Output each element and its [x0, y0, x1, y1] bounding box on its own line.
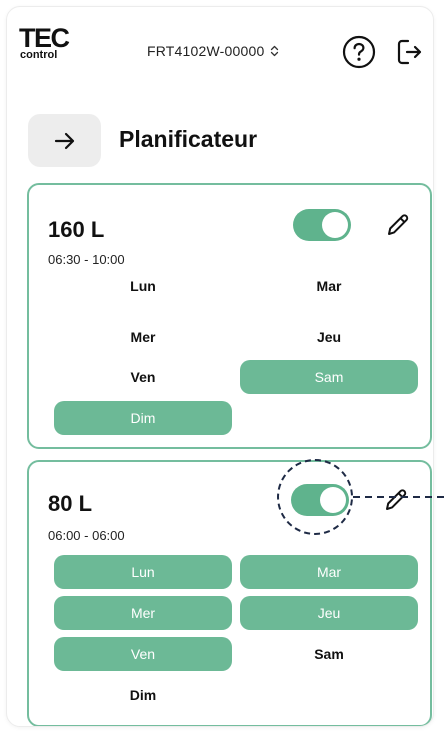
top-bar: TEC control FRT4102W-00000 — [7, 7, 433, 93]
device-name: FRT4102W-00000 — [147, 43, 265, 59]
question-circle-icon[interactable] — [342, 35, 376, 69]
page-title: Planificateur — [119, 126, 258, 152]
highlight-circle — [277, 459, 353, 535]
app-screen: TEC control FRT4102W-00000 Planificateur… — [6, 6, 434, 727]
device-selector[interactable]: FRT4102W-00000 — [147, 41, 279, 61]
day-jeu[interactable]: Jeu — [240, 320, 418, 354]
tec-control-logo: TEC control — [19, 23, 79, 62]
schedule-card: 160 L 06:30 - 10:00 Lun Mar Mer Jeu Ven … — [27, 183, 432, 449]
schedule-time-range: 06:30 - 10:00 — [48, 252, 125, 267]
day-mer[interactable]: Mer — [54, 320, 232, 354]
schedule-volume: 160 L — [48, 217, 105, 242]
callout-leader-line — [353, 496, 448, 498]
back-button[interactable] — [28, 114, 101, 167]
day-lun[interactable]: Lun — [54, 269, 232, 303]
schedule-card: 80 L 06:00 - 06:00 Lun Mar Mer Jeu Ven S… — [27, 460, 432, 726]
schedule-time-range: 06:00 - 06:00 — [48, 528, 125, 543]
toggle-knob — [322, 212, 348, 238]
logo-sub-text: control — [20, 49, 58, 61]
day-mer[interactable]: Mer — [54, 596, 232, 630]
day-ven[interactable]: Ven — [54, 360, 232, 394]
up-down-chevron-icon — [271, 45, 279, 57]
pencil-icon[interactable] — [383, 487, 409, 513]
schedule-enable-toggle[interactable] — [293, 209, 351, 241]
arrow-right-icon — [54, 132, 74, 149]
day-ven[interactable]: Ven — [54, 637, 232, 671]
logo-main-text: TEC — [19, 23, 70, 53]
day-sam[interactable]: Sam — [240, 637, 418, 671]
logout-icon[interactable] — [396, 37, 424, 67]
day-dim[interactable]: Dim — [54, 678, 232, 712]
day-mar[interactable]: Mar — [240, 555, 418, 589]
pencil-icon[interactable] — [385, 212, 411, 238]
schedule-volume: 80 L — [48, 491, 93, 516]
day-mar[interactable]: Mar — [240, 269, 418, 303]
day-jeu[interactable]: Jeu — [240, 596, 418, 630]
day-dim[interactable]: Dim — [54, 401, 232, 435]
day-lun[interactable]: Lun — [54, 555, 232, 589]
day-sam[interactable]: Sam — [240, 360, 418, 394]
